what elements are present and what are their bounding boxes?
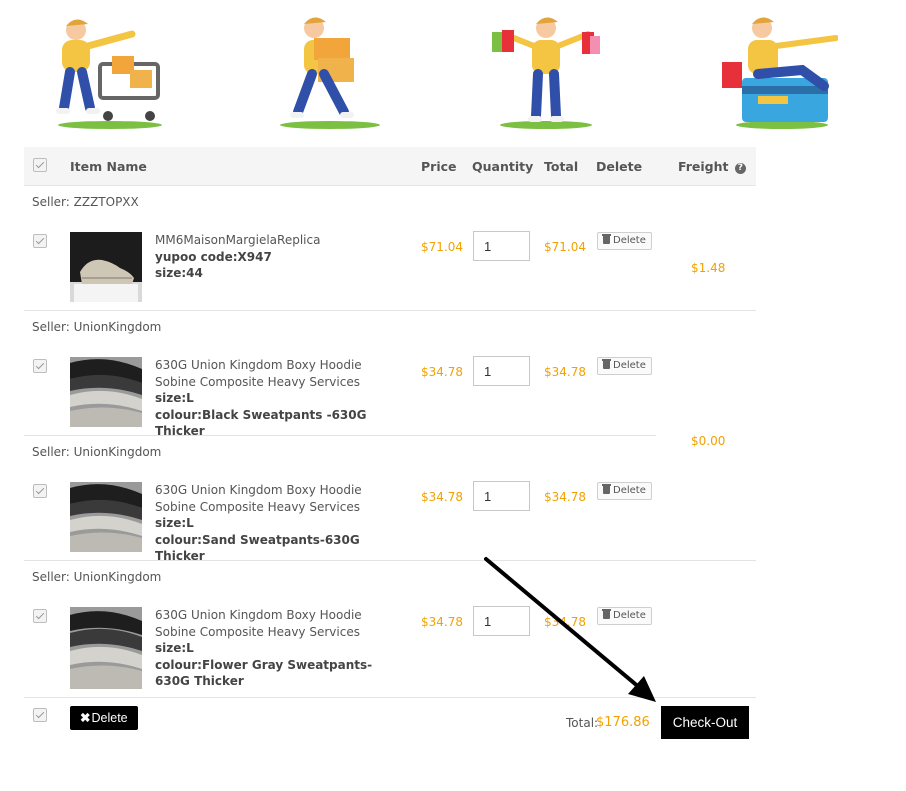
item-checkbox-icon[interactable]	[33, 609, 47, 623]
select-all-footer-checkbox-icon[interactable]	[33, 708, 47, 722]
item-checkbox-icon[interactable]	[33, 234, 47, 248]
product-title[interactable]: MM6MaisonMargielaReplica	[155, 232, 405, 249]
hero-carrying-boxes-illustration	[270, 12, 390, 130]
product-thumbnail-sweatpants[interactable]	[70, 357, 142, 427]
trash-icon	[602, 609, 611, 619]
grand-total-label: Total:	[566, 716, 599, 730]
line-total: $34.78	[544, 615, 586, 629]
seller-name: Seller: UnionKingdom	[32, 320, 162, 334]
trash-icon	[602, 234, 611, 244]
product-title[interactable]: 630G Union Kingdom Boxy Hoodie Sobine Co…	[155, 357, 405, 390]
cart-table: Item Name Price Quantity Total Delete Fr…	[24, 147, 756, 748]
table-header: Item Name Price Quantity Total Delete Fr…	[24, 147, 756, 186]
product-description: 630G Union Kingdom Boxy Hoodie Sobine Co…	[155, 357, 405, 440]
freight-value: $1.48	[691, 261, 726, 275]
cart-footer: ✖Delete Total: $176.86 Check-Out	[24, 698, 756, 748]
delete-item-button[interactable]: Delete	[597, 607, 652, 625]
unit-price: $34.78	[421, 615, 463, 629]
hero-riding-card-illustration	[718, 12, 838, 130]
product-attribute: size:44	[155, 266, 203, 280]
select-all-checkbox-icon[interactable]	[33, 158, 47, 172]
header-item-name: Item Name	[70, 159, 147, 174]
delete-label: Delete	[613, 610, 646, 621]
freight-value: $0.00	[691, 434, 726, 448]
delete-selected-button[interactable]: ✖Delete	[70, 706, 138, 730]
delete-item-button[interactable]: Delete	[597, 482, 652, 500]
cart-group-1: Seller: ZZZTOPXX MM6MaisonMargielaReplic…	[24, 186, 756, 311]
unit-price: $71.04	[421, 240, 463, 254]
hero-shopping-cart-illustration	[50, 12, 170, 130]
header-freight-label: Freight	[678, 159, 729, 174]
delete-label: Delete	[613, 485, 646, 496]
line-total: $71.04	[544, 240, 586, 254]
product-attribute: colour:Sand Sweatpants-630G Thicker	[155, 532, 360, 564]
header-delete: Delete	[596, 159, 643, 174]
close-icon: ✖	[80, 711, 91, 725]
header-quantity: Quantity	[472, 159, 534, 174]
item-checkbox-icon[interactable]	[33, 359, 47, 373]
quantity-input[interactable]	[473, 481, 530, 511]
grand-total-value: $176.86	[596, 715, 650, 730]
product-title[interactable]: 630G Union Kingdom Boxy Hoodie Sobine Co…	[155, 482, 405, 515]
product-thumbnail-sweatpants[interactable]	[70, 482, 142, 552]
item-checkbox-icon[interactable]	[33, 484, 47, 498]
product-attribute: size:L	[155, 641, 194, 655]
seller-name: Seller: ZZZTOPXX	[32, 195, 139, 209]
product-attribute: yupoo code:X947	[155, 249, 272, 264]
product-thumbnail-sweatpants[interactable]	[70, 607, 142, 689]
seller-name: Seller: UnionKingdom	[32, 570, 162, 584]
header-freight: Freight ?	[678, 147, 746, 186]
trash-icon	[602, 359, 611, 369]
delete-item-button[interactable]: Delete	[597, 357, 652, 375]
trash-icon	[602, 484, 611, 494]
header-total: Total	[544, 159, 579, 174]
product-thumbnail-sneaker[interactable]	[70, 232, 142, 302]
product-description: MM6MaisonMargielaReplica yupoo code:X947…	[155, 232, 405, 282]
line-total: $34.78	[544, 365, 586, 379]
hero-shopping-bags-illustration	[486, 12, 606, 130]
delete-label: Delete	[613, 360, 646, 371]
product-attribute: size:L	[155, 391, 194, 405]
line-total: $34.78	[544, 490, 586, 504]
cart-group-3: Seller: UnionKingdom 630G Union Kingdom …	[24, 434, 756, 563]
cart-group-2: Seller: UnionKingdom 630G Union Kingdom …	[24, 311, 756, 438]
help-icon[interactable]: ?	[734, 163, 746, 174]
delete-selected-label: Delete	[91, 711, 128, 725]
checkout-button[interactable]: Check-Out	[661, 706, 749, 739]
quantity-input[interactable]	[473, 356, 530, 386]
product-description: 630G Union Kingdom Boxy Hoodie Sobine Co…	[155, 482, 405, 565]
product-attribute: colour:Flower Gray Sweatpants-630G Thick…	[155, 657, 373, 689]
quantity-input[interactable]	[473, 231, 530, 261]
header-price: Price	[421, 159, 457, 174]
quantity-input[interactable]	[473, 606, 530, 636]
product-description: 630G Union Kingdom Boxy Hoodie Sobine Co…	[155, 607, 405, 690]
unit-price: $34.78	[421, 490, 463, 504]
delete-label: Delete	[613, 235, 646, 246]
product-title[interactable]: 630G Union Kingdom Boxy Hoodie Sobine Co…	[155, 607, 405, 640]
unit-price: $34.78	[421, 365, 463, 379]
delete-item-button[interactable]: Delete	[597, 232, 652, 250]
cart-group-4: Seller: UnionKingdom 630G Union Kingdom …	[24, 561, 756, 698]
seller-name: Seller: UnionKingdom	[32, 445, 162, 459]
product-attribute: size:L	[155, 516, 194, 530]
